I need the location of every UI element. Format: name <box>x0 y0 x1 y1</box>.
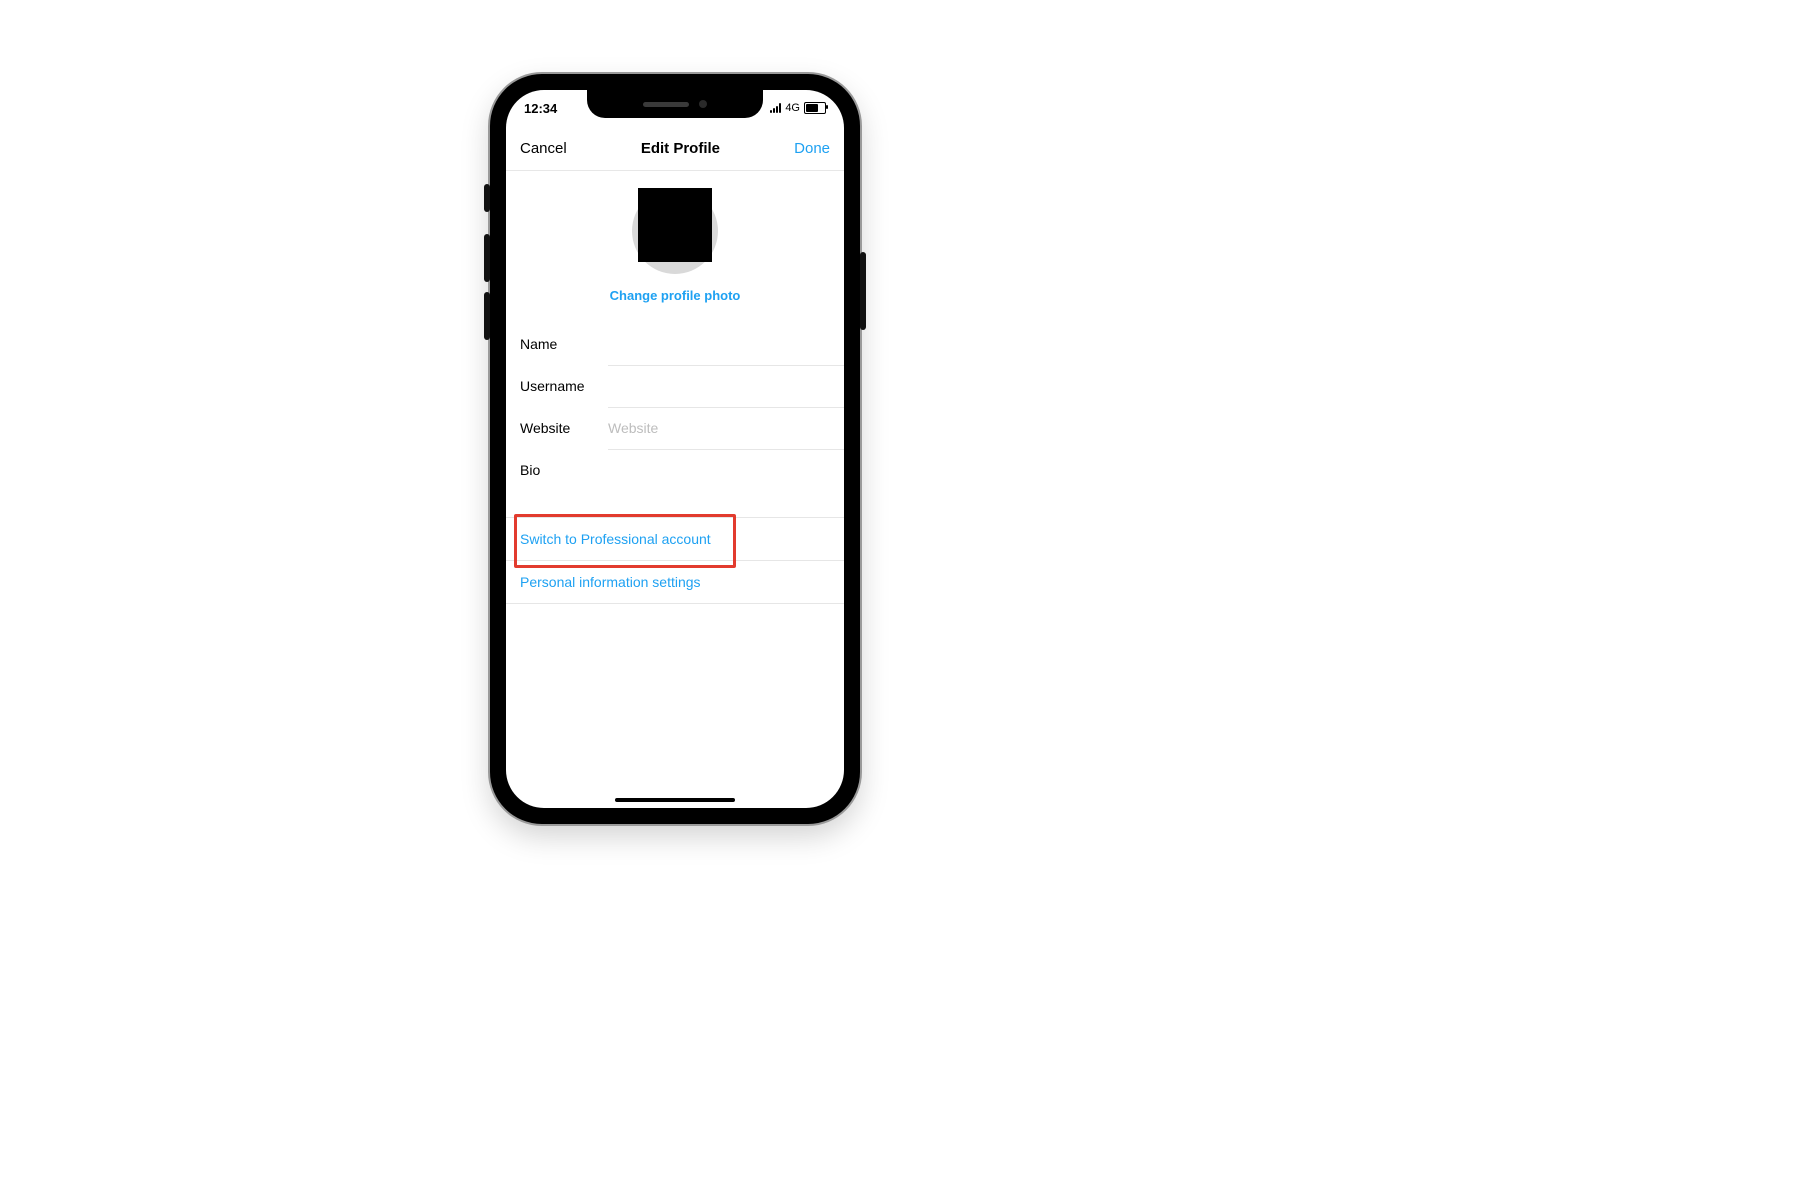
switch-professional-link[interactable]: Switch to Professional account <box>506 518 844 561</box>
avatar-redaction <box>638 188 712 262</box>
field-row-bio: Bio <box>506 449 844 491</box>
bio-label: Bio <box>520 462 608 478</box>
personal-info-link[interactable]: Personal information settings <box>506 561 844 604</box>
avatar[interactable] <box>632 188 718 274</box>
home-indicator[interactable] <box>615 798 735 802</box>
done-button[interactable]: Done <box>794 140 830 157</box>
phone-frame: 12:34 4G Cancel Edit Profile Done <box>490 74 860 824</box>
field-row-website: Website Website <box>506 407 844 449</box>
status-time: 12:34 <box>524 101 557 116</box>
profile-form: Name Username Website Website Bio <box>506 323 844 604</box>
cancel-button[interactable]: Cancel <box>520 140 567 157</box>
power-button <box>860 252 866 330</box>
section-separator <box>506 491 844 518</box>
signal-icon <box>770 103 781 113</box>
status-bar: 12:34 4G <box>506 90 844 126</box>
field-row-username: Username <box>506 365 844 407</box>
volume-down-button <box>484 292 490 340</box>
website-field[interactable]: Website <box>608 407 844 450</box>
status-network: 4G <box>785 102 800 114</box>
nav-bar: Cancel Edit Profile Done <box>506 126 844 171</box>
change-photo-link[interactable]: Change profile photo <box>506 288 844 303</box>
volume-up-button <box>484 234 490 282</box>
content: Change profile photo Name Username Websi… <box>506 170 844 808</box>
battery-icon <box>804 102 826 114</box>
username-label: Username <box>520 378 608 394</box>
page-title: Edit Profile <box>641 140 720 157</box>
silence-switch <box>484 184 490 212</box>
username-field[interactable] <box>608 365 844 408</box>
field-row-name: Name <box>506 323 844 365</box>
bio-field[interactable] <box>608 449 844 491</box>
avatar-section: Change profile photo <box>506 170 844 309</box>
website-label: Website <box>520 420 608 436</box>
name-label: Name <box>520 336 608 352</box>
screen: 12:34 4G Cancel Edit Profile Done <box>506 90 844 808</box>
name-field[interactable] <box>608 323 844 366</box>
